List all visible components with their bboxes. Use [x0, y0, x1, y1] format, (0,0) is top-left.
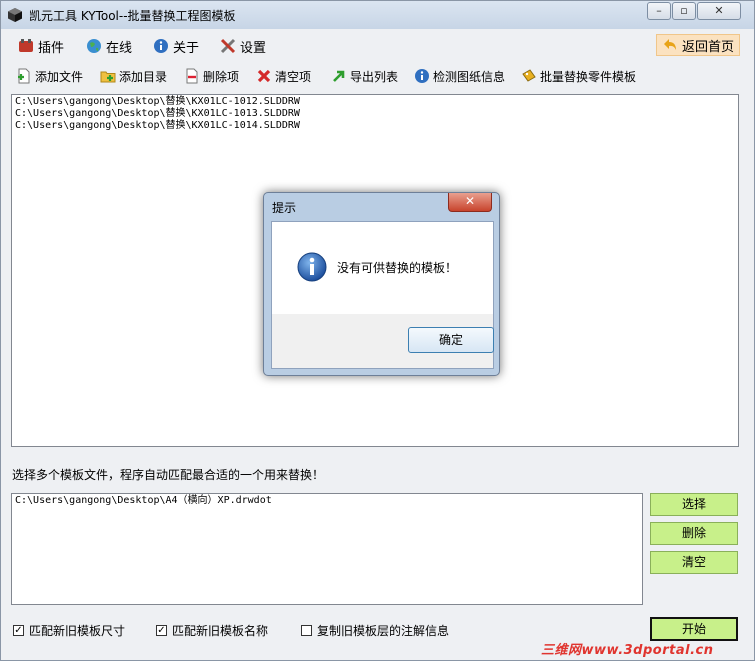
list-item[interactable]: C:\Users\gangong\Desktop\替换\KX01LC-1014.… — [15, 120, 735, 132]
delete-item-label: 删除项 — [203, 69, 240, 84]
copy-annotations-checkbox[interactable] — [301, 625, 312, 636]
cube-app-icon — [8, 8, 22, 22]
start-button[interactable]: 开始 — [650, 617, 738, 641]
add-file-label: 添加文件 — [35, 69, 84, 84]
list-item[interactable]: C:\Users\gangong\Desktop\替换\KX01LC-1012.… — [15, 96, 735, 108]
list-item[interactable]: C:\Users\gangong\Desktop\替换\KX01LC-1013.… — [15, 108, 735, 120]
delete-item-icon — [186, 68, 198, 84]
template-hint-text: 选择多个模板文件，程序自动匹配最合适的一个用来替换！ — [12, 468, 325, 482]
inspect-info-icon — [415, 69, 429, 83]
minimize-button[interactable]: – — [647, 2, 671, 20]
dialog-close-button[interactable]: ✕ — [448, 193, 492, 212]
info-icon — [297, 252, 327, 282]
inspect-info-label: 检测图纸信息 — [433, 69, 506, 84]
dialog-message: 没有可供替换的模板！ — [337, 261, 458, 275]
back-home-label: 返回首页 — [681, 39, 734, 55]
menu-plugin-label: 插件 — [38, 40, 65, 56]
delete-template-button[interactable]: 删除 — [650, 522, 738, 545]
match-name-option[interactable]: ✓ 匹配新旧模板名称 — [156, 622, 268, 639]
list-item[interactable]: C:\Users\gangong\Desktop\A4（横向）XP.drwdot — [15, 495, 639, 507]
info-icon — [154, 39, 168, 53]
tools-icon — [220, 38, 236, 54]
back-arrow-icon — [663, 39, 676, 50]
menu-plugin[interactable]: 插件 — [18, 35, 64, 57]
title-bar: 凯元工具 KYTool--批量替换工程图模板 – ▫ ✕ — [1, 1, 754, 29]
add-folder-button[interactable]: 添加目录 — [100, 65, 167, 87]
clear-items-button[interactable]: 清空项 — [256, 65, 311, 87]
match-name-label: 匹配新旧模板名称 — [172, 624, 269, 638]
menu-settings-label: 设置 — [240, 40, 267, 56]
match-size-checkbox[interactable]: ✓ — [13, 625, 24, 636]
clear-x-icon — [257, 69, 271, 83]
add-folder-label: 添加目录 — [119, 69, 168, 84]
replace-template-icon — [522, 69, 536, 82]
menu-about[interactable]: 关于 — [153, 35, 199, 57]
menu-online-label: 在线 — [106, 40, 133, 56]
add-folder-icon — [100, 71, 116, 83]
menu-settings[interactable]: 设置 — [220, 35, 266, 57]
ok-button[interactable]: 确定 — [408, 327, 494, 353]
alert-dialog: 提示 ✕ 没有可供替换的模板！ 确定 — [263, 192, 500, 376]
app-window: 凯元工具 KYTool--批量替换工程图模板 – ▫ ✕ 插件 在线 关于 设置… — [0, 0, 755, 661]
menu-about-label: 关于 — [173, 40, 200, 56]
dialog-body: 没有可供替换的模板！ 确定 — [271, 221, 494, 369]
close-button[interactable]: ✕ — [697, 2, 741, 20]
export-arrow-icon — [333, 70, 345, 82]
toolbar: 添加文件 添加目录 删除项 清空项 导出列表 检测图纸信息 批量替换零件模板 — [1, 61, 754, 89]
menu-bar: 插件 在线 关于 设置 — [1, 31, 754, 59]
match-size-label: 匹配新旧模板尺寸 — [29, 624, 126, 638]
add-file-icon — [18, 68, 30, 84]
inspect-info-button[interactable]: 检测图纸信息 — [414, 65, 505, 87]
select-template-button[interactable]: 选择 — [650, 493, 738, 516]
match-name-checkbox[interactable]: ✓ — [156, 625, 167, 636]
replace-part-template-label: 批量替换零件模板 — [540, 69, 637, 84]
globe-icon — [87, 39, 101, 53]
back-home-button[interactable]: 返回首页 — [656, 34, 740, 56]
menu-online[interactable]: 在线 — [86, 35, 132, 57]
site-watermark: 三维网www.3dportal.cn — [541, 643, 714, 658]
window-title: 凯元工具 KYTool--批量替换工程图模板 — [29, 9, 236, 23]
clear-items-label: 清空项 — [275, 69, 312, 84]
maximize-button[interactable]: ▫ — [672, 2, 696, 20]
delete-item-button[interactable]: 删除项 — [184, 65, 239, 87]
match-size-option[interactable]: ✓ 匹配新旧模板尺寸 — [13, 622, 125, 639]
replace-part-template-button[interactable]: 批量替换零件模板 — [521, 65, 636, 87]
copy-annotations-option[interactable]: 复制旧模板层的注解信息 — [301, 622, 449, 639]
copy-annotations-label: 复制旧模板层的注解信息 — [317, 624, 450, 638]
add-file-button[interactable]: 添加文件 — [16, 65, 83, 87]
export-list-button[interactable]: 导出列表 — [331, 65, 398, 87]
export-list-label: 导出列表 — [350, 69, 399, 84]
plugin-icon — [19, 39, 33, 52]
clear-templates-button[interactable]: 清空 — [650, 551, 738, 574]
dialog-title: 提示 — [272, 201, 297, 215]
template-file-list[interactable]: C:\Users\gangong\Desktop\A4（横向）XP.drwdot — [11, 493, 643, 605]
